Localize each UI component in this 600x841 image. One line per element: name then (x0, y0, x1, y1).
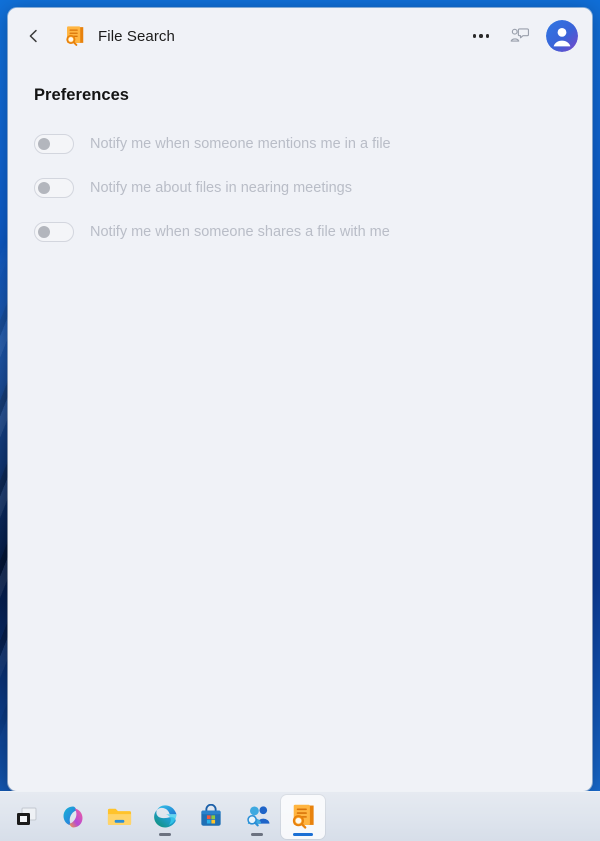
file-search-icon (66, 26, 84, 46)
folder-icon (107, 808, 131, 825)
feedback-chat-icon (510, 28, 530, 42)
taskbar-item-search-people[interactable] (235, 795, 279, 839)
preferences-page: Preferences Notify me when someone menti… (8, 64, 592, 791)
preference-row-shares[interactable]: Notify me when someone shares a file wit… (34, 217, 566, 247)
preference-row-mentions[interactable]: Notify me when someone mentions me in a … (34, 129, 566, 159)
toggle-notify-mentions[interactable] (34, 134, 74, 154)
taskbar-item-file-explorer[interactable] (97, 795, 141, 839)
preference-row-meetings[interactable]: Notify me about files in nearing meeting… (34, 173, 566, 203)
toggle-notify-meetings[interactable] (34, 178, 74, 198)
preference-label: Notify me when someone mentions me in a … (90, 136, 391, 152)
taskbar-item-microsoft-edge[interactable] (143, 795, 187, 839)
taskbar-item-task-view[interactable] (5, 795, 49, 839)
ellipsis-icon (472, 34, 490, 38)
desktop: File Search Preferences Notify me when s… (0, 0, 600, 841)
taskbar-item-microsoft-store[interactable] (189, 795, 233, 839)
toggle-notify-shares[interactable] (34, 222, 74, 242)
preference-label: Notify me when someone shares a file wit… (90, 224, 390, 240)
windows-taskbar (0, 791, 600, 841)
toggle-knob (38, 182, 50, 194)
running-indicator (159, 832, 171, 836)
active-indicator (293, 832, 313, 836)
toggle-knob (38, 226, 50, 238)
user-avatar-icon[interactable] (546, 20, 578, 52)
taskbar-item-file-search-app[interactable] (281, 794, 325, 839)
preference-label: Notify me about files in nearing meeting… (90, 180, 352, 196)
file-search-window: File Search Preferences Notify me when s… (8, 8, 592, 791)
back-chevron-icon (29, 29, 37, 43)
file-search-icon (292, 804, 314, 829)
taskbar-item-copilot[interactable] (51, 795, 95, 839)
toggle-knob (38, 138, 50, 150)
feedback-button[interactable] (504, 20, 536, 52)
copilot-icon (63, 806, 83, 827)
more-options-button[interactable] (466, 21, 496, 51)
preferences-list: Notify me when someone mentions me in a … (34, 129, 566, 247)
task-view-icon (17, 807, 37, 825)
page-title: Preferences (34, 86, 130, 104)
people-search-icon (246, 806, 269, 827)
running-indicator (251, 832, 263, 836)
app-title: File Search (98, 27, 175, 45)
store-icon (201, 803, 221, 826)
back-button[interactable] (18, 20, 50, 52)
edge-icon (153, 805, 177, 828)
window-titlebar: File Search (8, 8, 592, 64)
